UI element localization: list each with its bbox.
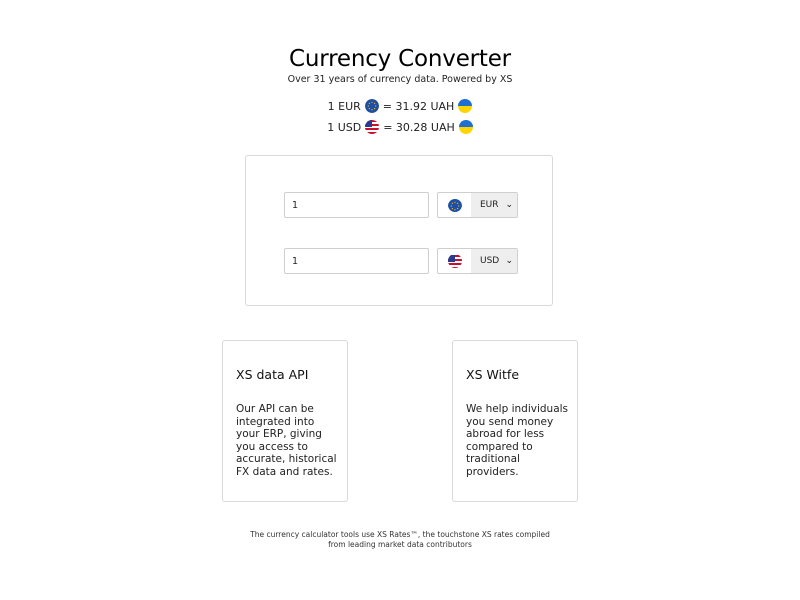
ua-flag-icon xyxy=(458,120,473,134)
page-title: Currency Converter xyxy=(289,46,511,72)
footer-line: from leading market data contributors xyxy=(328,540,472,549)
rate-result: = 30.28 UAH xyxy=(383,120,455,134)
rate-result: = 31.92 UAH xyxy=(382,99,455,113)
footer-note: The currency calculator tools use XS Rat… xyxy=(0,530,800,550)
card-title: XS data API xyxy=(236,367,309,382)
page-subtitle: Over 31 years of currency data. Powered … xyxy=(287,74,513,85)
from-currency-code: EUR xyxy=(480,200,499,210)
card-body: We help individuals you send money abroa… xyxy=(466,403,569,478)
to-currency-code: USD xyxy=(480,256,500,266)
from-currency-select[interactable]: EUR ⌄ xyxy=(437,192,518,218)
us-flag-icon xyxy=(447,254,462,268)
card-data-api[interactable]: XS data API Our API can be integrated in… xyxy=(222,340,348,502)
rate-base: 1 USD xyxy=(327,120,362,134)
footer-line: The currency calculator tools use XS Rat… xyxy=(250,530,550,539)
us-flag-icon xyxy=(365,120,380,134)
card-title: XS Witfe xyxy=(466,367,520,382)
rate-row-eur: 1 EUR = 31.92 UAH xyxy=(0,99,800,113)
chevron-down-icon: ⌄ xyxy=(505,256,513,266)
ua-flag-icon xyxy=(458,99,473,113)
eu-flag-icon xyxy=(364,99,379,113)
eu-flag-icon xyxy=(447,198,462,212)
rate-base: 1 EUR xyxy=(327,99,361,113)
to-amount-input[interactable] xyxy=(284,248,429,274)
from-amount-input[interactable] xyxy=(284,192,429,218)
converter-panel: EUR ⌄ USD ⌄ xyxy=(245,155,553,306)
card-body: Our API can be integrated into your ERP,… xyxy=(236,403,337,478)
rate-row-usd: 1 USD = 30.28 UAH xyxy=(0,120,800,134)
card-witfe[interactable]: XS Witfe We help individuals you send mo… xyxy=(452,340,578,502)
chevron-down-icon: ⌄ xyxy=(505,200,513,210)
to-currency-select[interactable]: USD ⌄ xyxy=(437,248,518,274)
